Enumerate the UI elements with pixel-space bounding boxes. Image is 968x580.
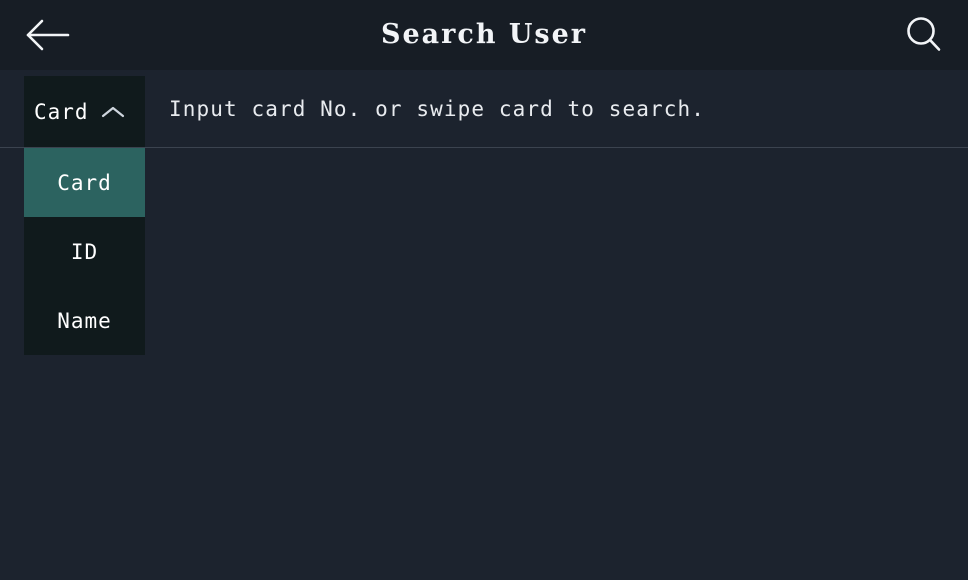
arrow-left-icon [25,18,71,52]
dropdown-item-name[interactable]: Name [24,286,145,355]
search-input[interactable]: Input card No. or swipe card to search. [169,70,705,148]
page-title: Search User [380,19,588,50]
chevron-up-icon [99,103,127,121]
search-user-screen: Search User Card Input card No. or swipe… [0,0,968,580]
results-area [0,148,968,580]
search-type-dropdown[interactable]: Card ID Name [24,148,145,355]
back-button[interactable] [18,8,78,62]
dropdown-item-label: Card [57,170,112,195]
search-type-selector[interactable]: Card [24,76,145,147]
dropdown-item-label: Name [57,308,112,333]
search-icon [903,14,945,56]
dropdown-item-card[interactable]: Card [24,148,145,217]
search-type-selected-label: Card [34,99,89,124]
dropdown-item-id[interactable]: ID [24,217,145,286]
search-button[interactable] [894,8,954,62]
dropdown-item-label: ID [70,239,99,264]
app-header: Search User [0,0,968,70]
